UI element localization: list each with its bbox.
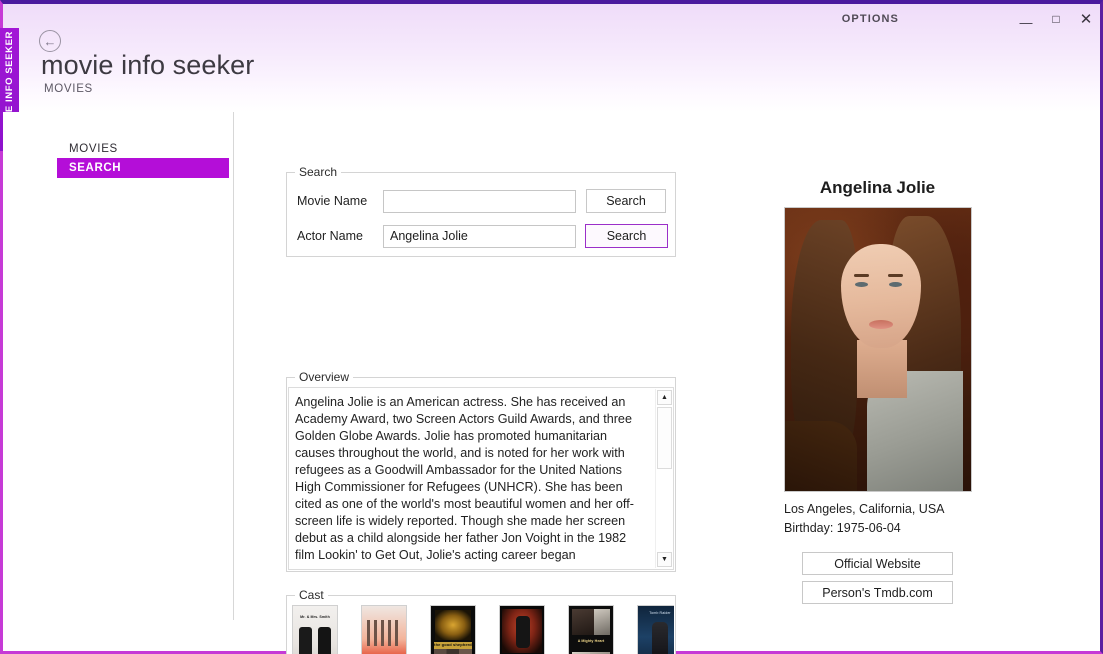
poster-art — [435, 610, 471, 640]
portrait-art — [857, 340, 907, 398]
portrait-art — [888, 274, 903, 277]
portrait-art — [855, 282, 868, 287]
back-button[interactable]: ← — [39, 30, 61, 52]
overview-panel: Overview Angelina Jolie is an American a… — [286, 370, 676, 572]
cast-poster[interactable]: Mr. & Mrs. Smith — [292, 605, 338, 654]
portrait-art — [869, 320, 893, 329]
cast-poster-strip[interactable]: Mr. & Mrs. Smith Beyond Borders the good… — [288, 605, 674, 654]
person-name: Angelina Jolie — [819, 178, 936, 197]
poster-art — [516, 616, 530, 648]
search-movie-button[interactable]: Search — [586, 189, 666, 213]
movie-name-input[interactable] — [383, 189, 576, 213]
poster-art — [572, 609, 594, 635]
app-window: OPTIONS — □ ✕ @MOVIE INFO SEEKER ← movie… — [0, 0, 1103, 654]
close-icon[interactable]: ✕ — [1078, 12, 1094, 27]
poster-art — [367, 620, 401, 646]
search-panel: Search Movie Name Search Actor Name Sear… — [286, 165, 676, 257]
cast-poster-title: Mr. & Mrs. Smith — [300, 615, 330, 619]
cast-poster[interactable]: ALEXANDER — [499, 605, 545, 654]
titlebar-controls: OPTIONS — □ ✕ — [842, 8, 1094, 30]
person-portrait-image — [784, 207, 972, 492]
portrait-art — [889, 282, 902, 287]
overview-panel-legend: Overview — [295, 370, 354, 384]
scroll-up-icon[interactable]: ▲ — [657, 390, 672, 405]
sidebar-section-header: MOVIES — [69, 143, 118, 155]
overview-textbox[interactable]: Angelina Jolie is an American actress. S… — [288, 387, 674, 570]
overview-scroll-thumb[interactable] — [657, 407, 672, 469]
cast-poster-title: the good shepherd — [434, 641, 472, 647]
sidebar: MOVIES SEARCH — [3, 112, 234, 620]
poster-art — [318, 627, 331, 654]
cast-poster[interactable]: A Mighty Heart — [568, 605, 614, 654]
movie-name-label: Movie Name — [297, 194, 368, 208]
actor-name-label: Actor Name — [297, 229, 363, 243]
poster-art — [594, 609, 610, 635]
portrait-art — [854, 274, 869, 277]
official-website-button[interactable]: Official Website — [802, 552, 953, 575]
poster-art — [434, 649, 472, 654]
cast-panel: Cast Mr. & Mrs. Smith Beyond Borders the… — [286, 588, 676, 654]
movie-name-row: Movie Name Search — [297, 189, 666, 213]
search-actor-button[interactable]: Search — [585, 224, 668, 248]
page-subtitle: MOVIES — [44, 83, 93, 95]
poster-art — [299, 627, 312, 654]
search-panel-legend: Search — [295, 165, 342, 179]
cast-poster-title: Tomb Raider — [649, 611, 671, 615]
cast-poster[interactable]: Beyond Borders — [361, 605, 407, 654]
cast-poster-title: A Mighty Heart — [577, 639, 605, 643]
cast-panel-legend: Cast — [295, 588, 328, 602]
minimize-icon[interactable]: — — [1018, 16, 1034, 29]
page-title: movie info seeker — [41, 50, 255, 80]
person-birthplace: Los Angeles, California, USA — [784, 502, 945, 516]
poster-art — [652, 622, 668, 654]
cast-poster[interactable]: the good shepherd — [430, 605, 476, 654]
scroll-down-icon[interactable]: ▼ — [657, 552, 672, 567]
person-tmdb-button[interactable]: Person's Tmdb.com — [802, 581, 953, 604]
sidebar-item-search-label: SEARCH — [69, 162, 122, 174]
back-arrow-icon: ← — [43, 33, 57, 49]
sidebar-item-search[interactable]: SEARCH — [57, 158, 229, 178]
actor-name-row: Actor Name Search — [297, 224, 668, 248]
person-birthday: Birthday: 1975-06-04 — [784, 521, 901, 535]
actor-name-input[interactable] — [383, 224, 576, 248]
maximize-icon[interactable]: □ — [1048, 13, 1064, 25]
cast-poster[interactable]: Tomb Raider — [637, 605, 674, 654]
options-label[interactable]: OPTIONS — [842, 13, 899, 25]
portrait-art — [785, 421, 857, 491]
content-area: MOVIES SEARCH Search Movie Name Search A… — [3, 112, 1100, 654]
overview-text: Angelina Jolie is an American actress. S… — [295, 395, 634, 562]
overview-vertical-scrollbar[interactable]: ▲ ▼ — [655, 389, 672, 568]
